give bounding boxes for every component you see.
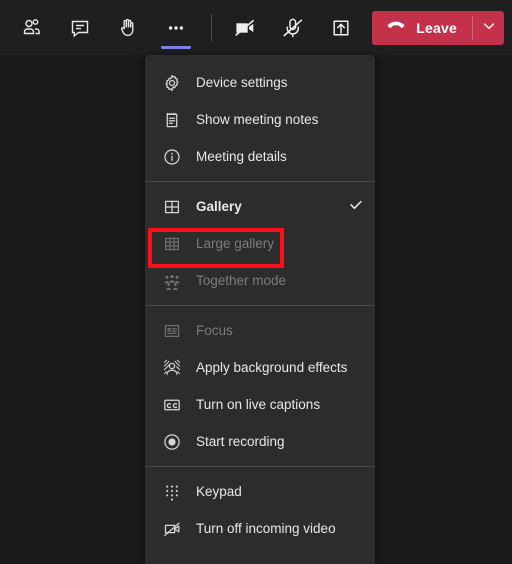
menu-item-gallery[interactable]: Gallery (145, 188, 375, 225)
more-options-button[interactable] (152, 5, 200, 51)
menu-item-turn-on-live-captions[interactable]: Turn on live captions (145, 386, 375, 423)
raise-hand-icon (116, 16, 140, 40)
menu-group: Focus Apply background effects Turn on liv… (145, 312, 375, 460)
leave-label: Leave (416, 20, 457, 36)
menu-item-show-meeting-notes[interactable]: Show meeting notes (145, 101, 375, 138)
record-icon (161, 431, 183, 453)
leave-button-group: Leave (372, 11, 504, 45)
leave-options-button[interactable] (473, 11, 504, 45)
menu-item-label: Meeting details (196, 149, 287, 164)
people-icon (20, 16, 44, 40)
menu-item-turn-off-incoming-video[interactable]: Turn off incoming video (145, 510, 375, 547)
menu-item-device-settings[interactable]: Device settings (145, 64, 375, 101)
menu-item-start-recording[interactable]: Start recording (145, 423, 375, 460)
menu-item-apply-background-effects[interactable]: Apply background effects (145, 349, 375, 386)
active-tab-indicator (161, 45, 191, 49)
menu-item-label: Show meeting notes (196, 112, 319, 127)
camera-toggle-button[interactable] (221, 5, 269, 51)
keypad-icon (161, 481, 183, 503)
raise-hand-button[interactable] (104, 5, 152, 51)
gear-icon (161, 72, 183, 94)
incoming-video-off-icon (161, 518, 183, 540)
menu-item-label: Together mode (196, 273, 287, 288)
menu-item-focus: Focus (145, 312, 375, 349)
menu-item-large-gallery: Large gallery (145, 225, 375, 262)
menu-item-keypad[interactable]: Keypad (145, 473, 375, 510)
info-icon (161, 146, 183, 168)
hangup-icon (385, 15, 407, 42)
gallery-icon (161, 196, 183, 218)
participants-button[interactable] (8, 5, 56, 51)
menu-item-meeting-details[interactable]: Meeting details (145, 138, 375, 175)
chat-button[interactable] (56, 5, 104, 51)
meeting-toolbar: Leave (0, 0, 512, 55)
chat-icon (68, 16, 92, 40)
chevron-down-icon (481, 18, 497, 39)
menu-item-label: Start recording (196, 434, 285, 449)
menu-group: Device settings Show meeting notes Meeting… (145, 64, 375, 175)
menu-separator (145, 181, 375, 182)
menu-item-label: Device settings (196, 75, 288, 90)
together-mode-icon (161, 270, 183, 292)
menu-item-label: Turn on live captions (196, 397, 321, 412)
menu-group: Gallery Large gallery Together mode (145, 188, 375, 299)
menu-item-label: Keypad (196, 484, 242, 499)
more-actions-menu: Device settings Show meeting notes Meeting… (145, 55, 375, 564)
menu-item-label: Turn off incoming video (196, 521, 336, 536)
menu-item-label: Apply background effects (196, 360, 348, 375)
notes-icon (161, 109, 183, 131)
more-options-icon (164, 16, 188, 40)
menu-item-together-mode: Together mode (145, 262, 375, 299)
menu-separator (145, 466, 375, 467)
focus-icon (161, 320, 183, 342)
camera-off-icon (232, 15, 258, 41)
mic-toggle-button[interactable] (269, 5, 317, 51)
large-gallery-icon (161, 233, 183, 255)
menu-group: Keypad Turn off incoming video (145, 473, 375, 547)
share-screen-icon (329, 16, 353, 40)
menu-item-label: Gallery (196, 199, 242, 214)
checkmark-icon (348, 196, 364, 217)
menu-item-label: Large gallery (196, 236, 275, 251)
toolbar-divider (211, 13, 212, 42)
leave-button[interactable]: Leave (372, 11, 472, 45)
closed-captions-icon (161, 394, 183, 416)
background-effects-icon (161, 357, 183, 379)
mic-off-icon (280, 15, 306, 41)
menu-item-label: Focus (196, 323, 233, 338)
share-screen-button[interactable] (317, 5, 365, 51)
menu-separator (145, 305, 375, 306)
